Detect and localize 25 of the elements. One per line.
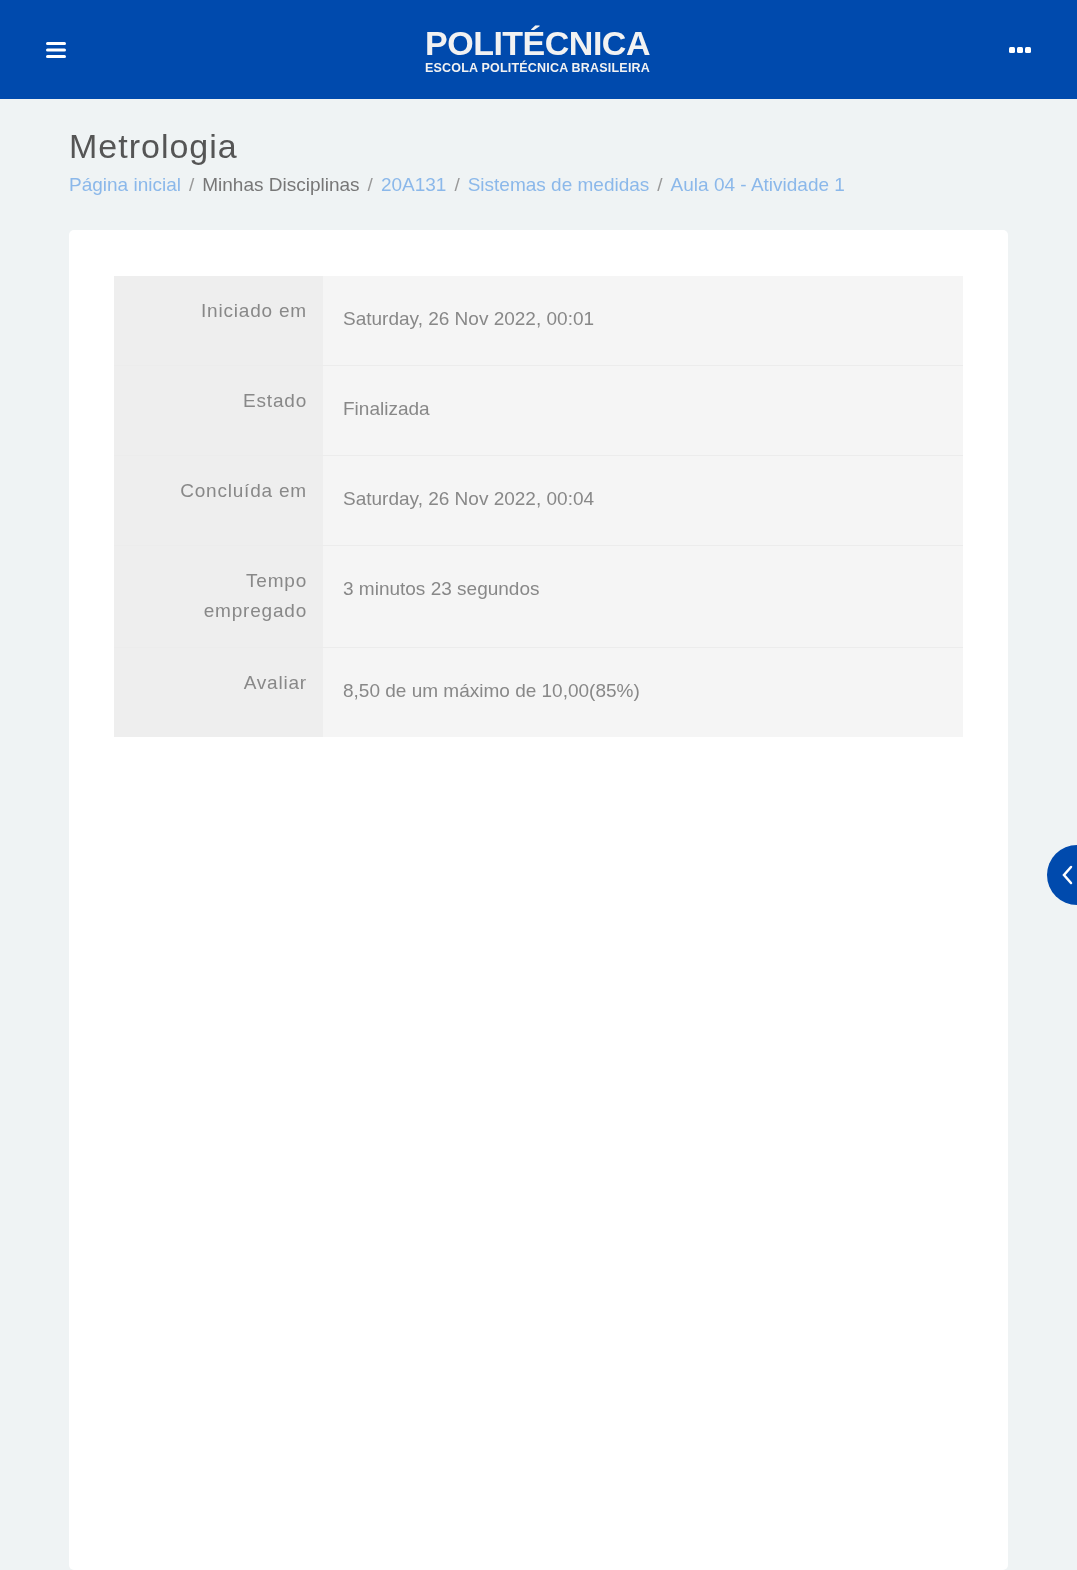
logo-title: POLITÉCNICA (425, 24, 650, 61)
row-label: Iniciado em (114, 276, 323, 365)
more-icon[interactable] (1009, 45, 1031, 54)
breadcrumb-separator: / (188, 174, 195, 196)
breadcrumb-separator: / (657, 174, 663, 196)
breadcrumb-link[interactable]: Aula 04 - Atividade 1 (670, 174, 845, 196)
breadcrumb-link[interactable]: Página inicial (69, 174, 181, 196)
row-label: Concluída em (114, 456, 323, 545)
page-title: Metrologia (69, 127, 239, 166)
menu-icon[interactable] (46, 40, 66, 59)
breadcrumb-item: Minhas Disciplinas (202, 174, 360, 196)
breadcrumb-separator: / (367, 174, 373, 196)
logo-subtitle: ESCOLA POLITÉCNICA BRASILEIRA (425, 60, 650, 75)
row-label: Avaliar (114, 647, 323, 737)
table-cell-text: Finalizada (342, 397, 431, 421)
table-cell-text: Saturday, 26 Nov 2022, 00:01 (342, 307, 596, 331)
breadcrumb-link[interactable]: Sistemas de medidas (467, 174, 650, 196)
chevron-left-icon (1061, 865, 1073, 885)
breadcrumb-link[interactable]: 20A131 (380, 174, 447, 196)
breadcrumb-separator: / (454, 174, 460, 196)
row-label: Tempo empregado (114, 546, 323, 647)
table-cell-text: 3 minutos 23 segundos (342, 577, 541, 601)
row-label: Estado (114, 366, 323, 455)
table-cell-text: 8,50 de um máximo de 10,00(85%) (342, 678, 641, 703)
table-cell-text: Saturday, 26 Nov 2022, 00:04 (342, 487, 596, 511)
